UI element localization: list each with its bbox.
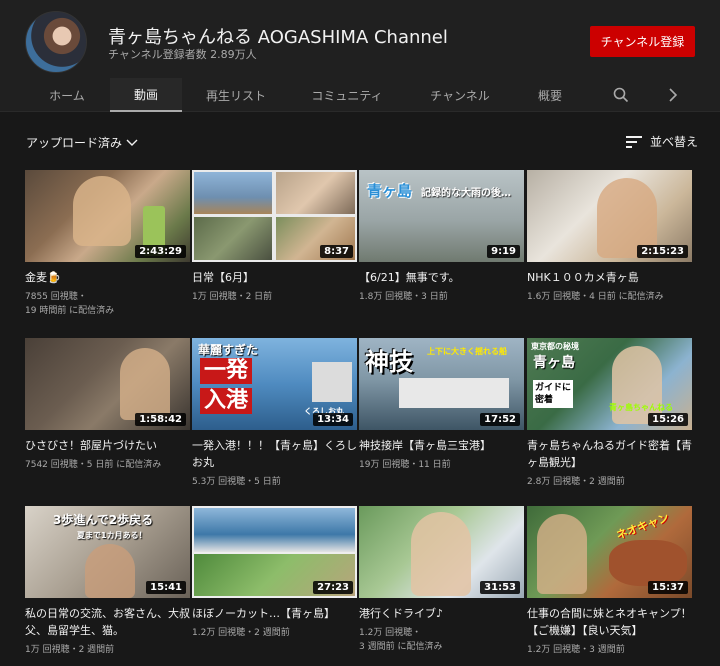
video-thumbnail[interactable]: 8:37	[192, 170, 357, 262]
thumbnail-text: 記録的な大雨の後…	[421, 188, 511, 199]
thumbnail-text: 夏まで1カ月ある！	[77, 531, 147, 540]
thumbnail-text: 3歩進んで2歩戻る	[53, 513, 154, 527]
sort-icon	[626, 135, 642, 148]
video-duration: 17:52	[480, 413, 520, 426]
video-title[interactable]: 私の日常の交流、お客さん、大叔父、島留学生、猫。	[25, 605, 190, 639]
video-duration: 2:43:29	[135, 245, 186, 258]
video-thumbnail[interactable]: 東京都の秘境 青ヶ島 ガイドに密着 青ヶ島ちゃんねる 15:26	[527, 338, 692, 430]
video-thumbnail[interactable]: 1:58:42	[25, 338, 190, 430]
video-thumbnail[interactable]: 神技 上下に大きく揺れる船 17:52	[359, 338, 524, 430]
video-card[interactable]: 青ヶ島 記録的な大雨の後… 9:19 【6/21】無事です。 1.8万 回視聴・…	[359, 170, 524, 304]
thumbnail-text: 青ヶ島ちゃんねる	[609, 403, 673, 412]
tab-home[interactable]: ホーム	[26, 78, 108, 112]
video-card[interactable]: ネオキャン 15:37 仕事の合間に妹とネオキャンプ！【ご機嫌】【良い天気】 1…	[527, 506, 692, 657]
video-meta: 7855 回視聴・ 19 時間前 に配信済み	[25, 292, 115, 316]
tab-about[interactable]: 概要	[524, 78, 576, 112]
video-duration: 27:23	[313, 581, 353, 594]
video-card[interactable]: 神技 上下に大きく揺れる船 17:52 神技接岸【青ヶ島三宝港】 19万 回視聴…	[359, 338, 524, 472]
video-card[interactable]: 東京都の秘境 青ヶ島 ガイドに密着 青ヶ島ちゃんねる 15:26 青ヶ島ちゃんね…	[527, 338, 692, 489]
sort-label: 並べ替え	[650, 135, 699, 149]
video-card[interactable]: 2:43:29 金麦🍺 7855 回視聴・ 19 時間前 に配信済み	[25, 170, 190, 318]
video-meta: 7542 回視聴・5 日前 に配信済み	[25, 460, 162, 470]
video-thumbnail[interactable]: 31:53	[359, 506, 524, 598]
thumbnail-text: 東京都の秘境	[531, 342, 579, 351]
video-duration: 31:53	[480, 581, 520, 594]
video-thumbnail[interactable]: 華麗すぎた 一発 入港 くろしお丸 13:34	[192, 338, 357, 430]
search-icon[interactable]	[604, 78, 638, 112]
video-title[interactable]: 仕事の合間に妹とネオキャンプ！【ご機嫌】【良い天気】	[527, 605, 692, 639]
thumbnail-text: 青ヶ島	[367, 182, 413, 200]
chevron-right-icon[interactable]	[660, 78, 686, 112]
video-card[interactable]: 8:37 日常【6月】 1万 回視聴・2 日前	[192, 170, 357, 304]
video-duration: 2:15:23	[637, 245, 688, 258]
video-title[interactable]: 港行くドライブ♪	[359, 605, 524, 622]
tab-videos[interactable]: 動画	[110, 78, 182, 112]
video-meta: 1.2万 回視聴・ 3 週間前 に配信済み	[359, 628, 443, 652]
video-duration: 1:58:42	[135, 413, 186, 426]
tab-channels[interactable]: チャンネル	[418, 78, 502, 112]
filter-label: アップロード済み	[26, 136, 123, 150]
video-meta: 1.2万 回視聴・2 週間前	[192, 628, 290, 638]
tab-playlists[interactable]: 再生リスト	[190, 78, 282, 112]
thumbnail-text: ガイドに密着	[533, 380, 573, 408]
video-title[interactable]: ひさびさ！部屋片づけたい	[25, 437, 190, 454]
video-title[interactable]: ほぼノーカット…【青ヶ島】	[192, 605, 357, 622]
video-duration: 8:37	[320, 245, 353, 258]
video-title[interactable]: 神技接岸【青ヶ島三宝港】	[359, 437, 524, 454]
thumbnail-text: 一発	[200, 358, 253, 384]
video-duration: 9:19	[487, 245, 520, 258]
video-title[interactable]: 日常【6月】	[192, 269, 357, 286]
video-duration: 15:26	[648, 413, 688, 426]
video-duration: 15:37	[648, 581, 688, 594]
video-title[interactable]: NHK１００カメ青ヶ島	[527, 269, 692, 286]
video-meta: 19万 回視聴・11 日前	[359, 460, 451, 470]
thumbnail-text: 華麗すぎた	[198, 343, 259, 357]
video-card[interactable]: 2:15:23 NHK１００カメ青ヶ島 1.6万 回視聴・4 日前 に配信済み	[527, 170, 692, 304]
chevron-down-icon	[126, 139, 138, 146]
video-card[interactable]: 1:58:42 ひさびさ！部屋片づけたい 7542 回視聴・5 日前 に配信済み	[25, 338, 190, 472]
video-title[interactable]: 青ヶ島ちゃんねるガイド密着【青ヶ島観光】	[527, 437, 692, 471]
sort-button[interactable]: 並べ替え	[626, 133, 698, 150]
thumbnail-text: 入港	[200, 388, 253, 414]
upload-filter[interactable]: アップロード済み	[26, 134, 138, 151]
thumbnail-text: 神技	[365, 348, 413, 376]
video-card[interactable]: 31:53 港行くドライブ♪ 1.2万 回視聴・ 3 週間前 に配信済み	[359, 506, 524, 654]
channel-avatar[interactable]	[25, 11, 87, 73]
video-meta: 5.3万 回視聴・5 日前	[192, 477, 281, 487]
thumbnail-text: ネオキャン	[614, 510, 671, 542]
video-meta: 1万 回視聴・2 日前	[192, 292, 273, 302]
video-title[interactable]: 金麦🍺	[25, 269, 190, 286]
video-duration: 15:41	[146, 581, 186, 594]
subscribe-button[interactable]: チャンネル登録	[590, 26, 695, 57]
video-meta: 1.2万 回視聴・3 週間前	[527, 645, 625, 655]
channel-header: 青ヶ島ちゃんねる AOGASHIMA Channel チャンネル登録者数 2.8…	[0, 0, 720, 78]
video-meta: 1.6万 回視聴・4 日前 に配信済み	[527, 292, 664, 302]
video-title[interactable]: 一発入港！！！【青ヶ島】くろしお丸	[192, 437, 357, 471]
video-thumbnail[interactable]: 2:15:23	[527, 170, 692, 262]
video-duration: 13:34	[313, 413, 353, 426]
video-meta: 2.8万 回視聴・2 週間前	[527, 477, 625, 487]
video-title[interactable]: 【6/21】無事です。	[359, 269, 524, 286]
channel-tabs: ホーム 動画 再生リスト コミュニティ チャンネル 概要	[0, 78, 720, 112]
subscriber-count: チャンネル登録者数 2.89万人	[108, 48, 257, 61]
video-card[interactable]: 3歩進んで2歩戻る 夏まで1カ月ある！ 15:41 私の日常の交流、お客さん、大…	[25, 506, 190, 657]
thumbnail-text: 上下に大きく揺れる船	[427, 347, 507, 356]
video-thumbnail[interactable]: 青ヶ島 記録的な大雨の後… 9:19	[359, 170, 524, 262]
video-thumbnail[interactable]: ネオキャン 15:37	[527, 506, 692, 598]
video-thumbnail[interactable]: 27:23	[192, 506, 357, 598]
video-card[interactable]: 華麗すぎた 一発 入港 くろしお丸 13:34 一発入港！！！【青ヶ島】くろしお…	[192, 338, 357, 489]
video-thumbnail[interactable]: 3歩進んで2歩戻る 夏まで1カ月ある！ 15:41	[25, 506, 190, 598]
tab-community[interactable]: コミュニティ	[300, 78, 394, 112]
video-meta: 1.8万 回視聴・3 日前	[359, 292, 448, 302]
video-card[interactable]: 27:23 ほぼノーカット…【青ヶ島】 1.2万 回視聴・2 週間前	[192, 506, 357, 640]
video-meta: 1万 回視聴・2 週間前	[25, 645, 115, 655]
video-thumbnail[interactable]: 2:43:29	[25, 170, 190, 262]
thumbnail-text: 青ヶ島	[533, 355, 575, 371]
